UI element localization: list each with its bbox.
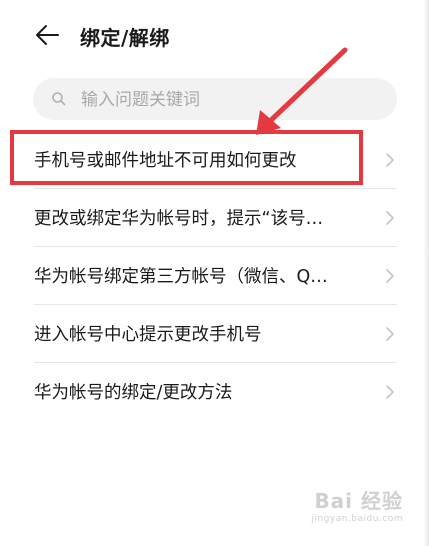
list-item[interactable]: 手机号或邮件地址不可用如何更改 <box>0 131 429 189</box>
chevron-right-icon <box>386 153 394 167</box>
list-item-label: 华为帐号的绑定/更改方法 <box>34 383 233 403</box>
list-item-label: 进入帐号中心提示更改手机号 <box>34 325 262 345</box>
watermark: Bai 经验 jingyan.baidu.com <box>311 485 403 524</box>
chevron-right-icon <box>386 211 394 225</box>
list-item[interactable]: 华为帐号绑定第三方帐号（微信、Q… <box>0 247 429 305</box>
watermark-logo: Bai 经验 <box>314 489 403 513</box>
list-item-label: 手机号或邮件地址不可用如何更改 <box>34 151 297 171</box>
arrow-left-icon <box>36 25 59 45</box>
search-input[interactable] <box>79 84 383 116</box>
chevron-right-icon <box>386 385 394 399</box>
page-title: 绑定/解绑 <box>80 26 170 50</box>
list-item[interactable]: 更改或绑定华为帐号时，提示“该号… <box>0 189 429 247</box>
watermark-url: jingyan.baidu.com <box>311 514 403 524</box>
list-item[interactable]: 华为帐号的绑定/更改方法 <box>0 363 429 421</box>
list-item-label: 更改或绑定华为帐号时，提示“该号… <box>34 209 324 229</box>
search-icon <box>52 92 66 106</box>
chevron-right-icon <box>386 327 394 341</box>
chevron-right-icon <box>386 269 394 283</box>
search-bar[interactable] <box>33 78 397 120</box>
list-item-label: 华为帐号绑定第三方帐号（微信、Q… <box>34 267 328 287</box>
back-button[interactable] <box>28 20 64 52</box>
header: 绑定/解绑 <box>0 0 429 70</box>
list-item[interactable]: 进入帐号中心提示更改手机号 <box>0 305 429 363</box>
faq-list: 手机号或邮件地址不可用如何更改 更改或绑定华为帐号时，提示“该号… 华为帐号绑定… <box>0 131 429 421</box>
